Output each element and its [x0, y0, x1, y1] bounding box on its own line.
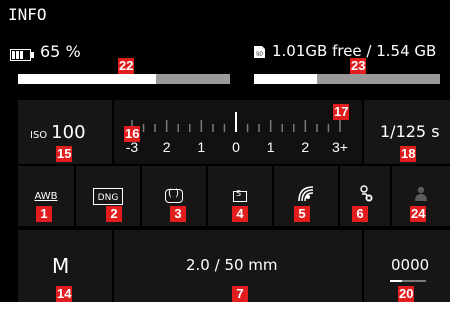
exposure-scale-graph: -3 2 1 0 1 2 3+: [126, 112, 348, 155]
storage-bar-fill: [254, 74, 318, 84]
wireless-icon: [297, 185, 315, 207]
callout-marker-16: 16: [124, 126, 141, 142]
metering-icon: ( ): [165, 188, 183, 203]
callout-marker-5: 5: [294, 206, 310, 222]
battery-bar-fill: [18, 74, 156, 84]
dng-label: DNG: [97, 192, 119, 203]
scale-label: 1: [267, 139, 275, 155]
callout-marker-2: 2: [106, 206, 122, 222]
scale-label: 2: [301, 139, 309, 155]
metering-label: ( ): [168, 188, 179, 199]
screen-title: INFO: [8, 5, 47, 24]
camera-info-screen: INFO 65 % SD 1.01GB free / 1.54 GB ISO 1…: [0, 0, 450, 302]
exposure-mode: M: [52, 254, 70, 278]
drive-mode-icon: S: [233, 188, 247, 202]
callout-marker-17: 17: [333, 104, 350, 120]
iso-prefix: ISO: [30, 130, 48, 141]
drive-label: S: [236, 188, 242, 198]
callout-marker-7: 7: [232, 286, 248, 302]
battery-icon: [10, 46, 34, 61]
callout-marker-20: 20: [398, 286, 415, 302]
callout-marker-22: 22: [118, 58, 135, 74]
callout-marker-4: 4: [232, 206, 248, 222]
battery-bar: [18, 74, 230, 84]
callout-marker-18: 18: [400, 146, 417, 162]
sd-icon-text: SD: [256, 52, 263, 58]
exposure-scale[interactable]: -3 2 1 0 1 2 3+: [114, 100, 362, 164]
sd-card-icon: SD: [252, 44, 266, 58]
awb-icon: AWB: [34, 190, 58, 202]
callout-marker-1: 1: [36, 206, 52, 222]
callout-marker-15: 15: [56, 146, 73, 162]
storage-status: SD 1.01GB free / 1.54 GB: [252, 42, 436, 60]
callout-marker-3: 3: [170, 206, 186, 222]
user-profile-icon: [414, 186, 428, 206]
scale-label: 1: [197, 139, 205, 155]
counter-underline-fill: [390, 280, 402, 282]
dng-icon: DNG: [92, 187, 124, 205]
callout-marker-23: 23: [350, 58, 367, 74]
callout-marker-6: 6: [352, 206, 368, 222]
iso-value: 100: [51, 122, 86, 143]
battery-status: 65 %: [10, 42, 81, 61]
gps-off-icon: [356, 185, 374, 207]
callout-marker-14: 14: [56, 286, 73, 302]
callout-marker-24: 24: [410, 206, 427, 222]
frame-counter: 0000: [391, 256, 430, 274]
scale-label: 0: [232, 139, 240, 155]
shutter-speed: 1/125 s: [380, 122, 440, 141]
storage-bar: [254, 74, 440, 84]
scale-label: 3+: [332, 139, 348, 155]
battery-percent: 65 %: [40, 42, 81, 61]
lens-info: 2.0 / 50 mm: [186, 256, 278, 274]
scale-label: 2: [163, 139, 171, 155]
